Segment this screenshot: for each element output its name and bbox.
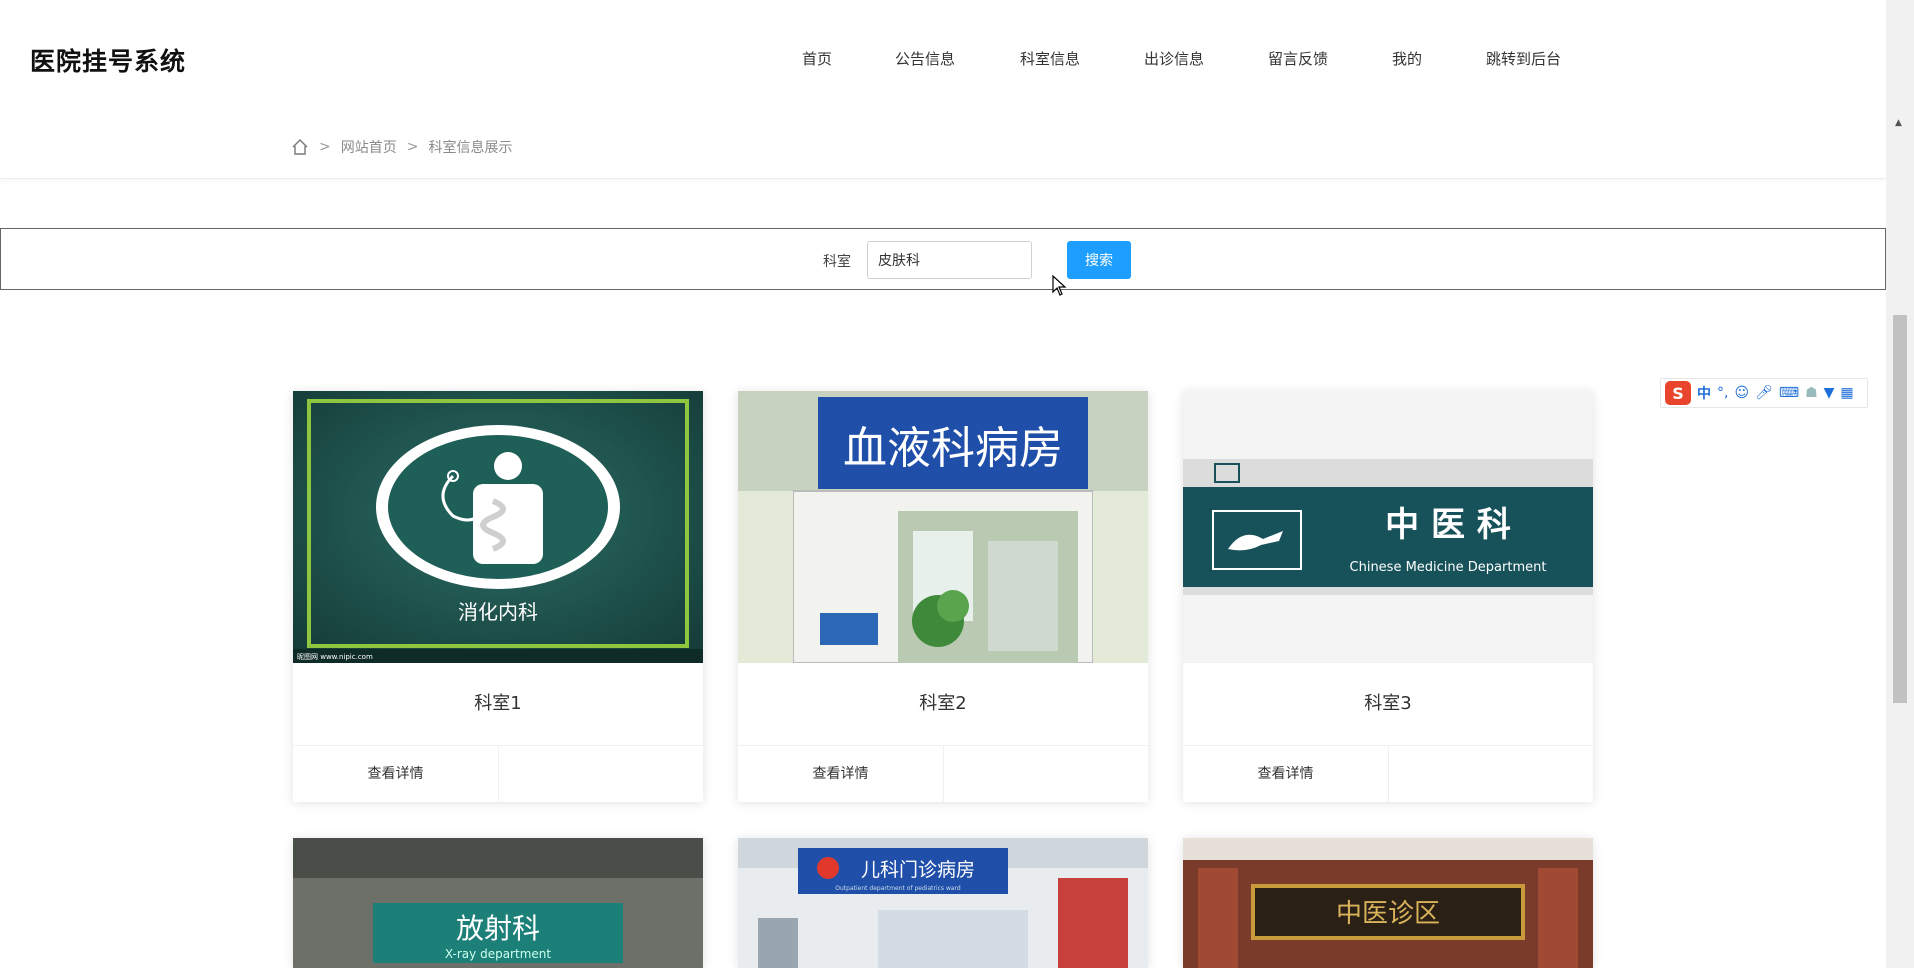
department-card[interactable]: 中 医 科 Chinese Medicine Department 科室3 查看… [1183,391,1593,803]
scroll-thumb[interactable] [1893,315,1907,703]
image-subcaption: Chinese Medicine Department [1350,560,1547,575]
site-header: 医院挂号系统 首页 公告信息 科室信息 出诊信息 留言反馈 我的 跳转到后台 [0,0,1886,115]
image-caption: 儿科门诊病房 [861,859,975,881]
search-button[interactable]: 搜索 [1067,241,1131,279]
nav-schedules[interactable]: 出诊信息 [1144,48,1204,69]
department-card[interactable]: 消化内科 昵图网 www.nipic.com 科室1 查看详情 [293,391,703,803]
image-caption: 放射科 [456,912,540,945]
microphone-icon[interactable]: 🎤︎ [1755,385,1773,401]
department-label: 科室 [823,254,851,270]
department-card[interactable]: 血液科病房 科室2 查看详情 [738,391,1148,803]
mouse-cursor-icon [1052,274,1068,301]
vertical-scrollbar[interactable]: ▲ [1886,0,1914,968]
shirt-icon[interactable]: ▼ [1824,385,1835,401]
skin-icon[interactable]: ☗ [1805,385,1818,401]
breadcrumb-separator: > [319,139,331,155]
breadcrumb-separator: > [406,139,419,155]
department-card[interactable]: 儿科门诊病房 Outpatient department of pediatri… [738,838,1148,968]
punctuation-icon[interactable]: °, [1717,385,1728,401]
view-details-link[interactable]: 查看详情 [293,746,499,803]
breadcrumb-bar: > 网站首页 > 科室信息展示 [0,115,1886,179]
department-search-input[interactable] [867,241,1032,279]
nav-mine[interactable]: 我的 [1392,48,1422,69]
scroll-up-icon[interactable]: ▲ [1895,118,1902,128]
nav-feedback[interactable]: 留言反馈 [1268,48,1328,69]
view-details-link[interactable]: 查看详情 [738,746,944,803]
nav-departments[interactable]: 科室信息 [1020,48,1080,69]
image-caption: 中医诊区 [1336,899,1440,929]
card-footer: 查看详情 [1183,745,1593,803]
image-watermark: 昵图网 www.nipic.com [297,653,373,661]
department-name: 科室1 [474,693,522,714]
grid-icon[interactable]: ▦ [1840,385,1853,401]
department-image[interactable]: 中 医 科 Chinese Medicine Department [1183,391,1593,663]
site-logo[interactable]: 医院挂号系统 [30,42,186,78]
card-footer: 查看详情 [293,745,703,803]
department-card[interactable]: 放射科 X-ray department [293,838,703,968]
breadcrumb-current: 科室信息展示 [428,140,513,156]
search-panel: 科室 搜索 [0,228,1886,290]
nav-announcements[interactable]: 公告信息 [895,48,955,69]
emoji-icon[interactable]: ☺ [1734,385,1749,401]
image-subcaption: X-ray department [445,947,551,961]
breadcrumb-home[interactable]: 网站首页 [341,137,397,157]
nav-admin[interactable]: 跳转到后台 [1486,48,1561,69]
department-name: 科室2 [919,693,967,714]
image-caption: 中 医 科 [1385,505,1511,545]
ime-toolbar: S 中 °, ☺ 🎤︎ ⌨ ☗ ▼ ▦ [1660,378,1868,408]
department-card[interactable]: 中医诊区 [1183,838,1593,968]
ime-mode[interactable]: 中 [1697,383,1711,403]
image-caption: 消化内科 [458,600,538,624]
keyboard-icon[interactable]: ⌨ [1779,385,1799,401]
nav-home[interactable]: 首页 [802,48,832,69]
image-subcaption: Outpatient department of pediatrics ward [835,885,961,892]
department-image[interactable]: 血液科病房 [738,391,1148,663]
image-caption: 血液科病房 [843,423,1063,474]
view-details-link[interactable]: 查看详情 [1183,746,1389,803]
breadcrumb: > 网站首页 > 科室信息展示 [291,137,512,157]
card-footer: 查看详情 [738,745,1148,803]
ime-logo-icon[interactable]: S [1665,381,1691,405]
department-image[interactable]: 消化内科 昵图网 www.nipic.com [293,391,703,663]
home-icon[interactable] [291,138,309,156]
department-name: 科室3 [1364,693,1412,714]
